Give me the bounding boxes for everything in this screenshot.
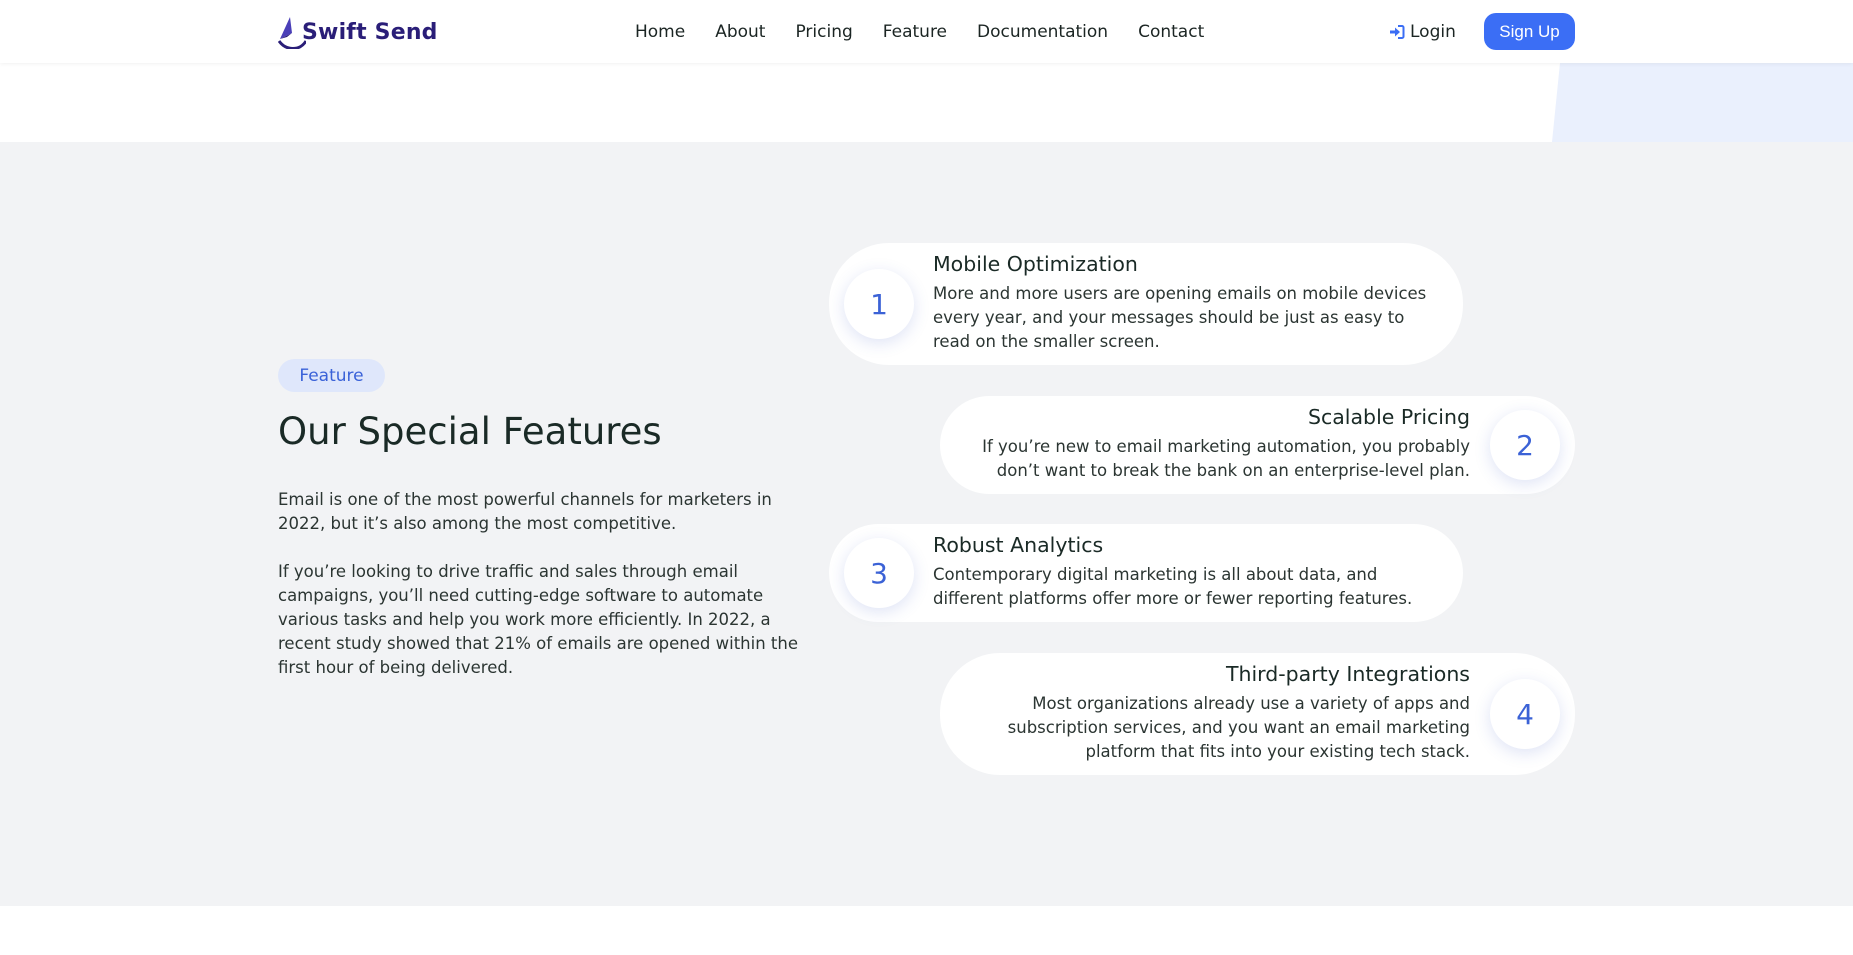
feature-title: Robust Analytics (933, 533, 1104, 557)
nav-documentation[interactable]: Documentation (977, 22, 1108, 42)
section-heading: Our Special Features (278, 410, 662, 453)
feature-card-scalable-pricing: Scalable Pricing If you’re new to email … (940, 396, 1575, 494)
site-header: Swift Send Home About Pricing Feature Do… (0, 0, 1853, 63)
intro-paragraph-1: Email is one of the most powerful channe… (278, 490, 772, 533)
feature-description: More and more users are opening emails o… (933, 284, 1427, 351)
signup-button[interactable]: Sign Up (1484, 13, 1575, 50)
feature-description: Most organizations already use a variety… (1007, 694, 1470, 761)
main-nav: Home About Pricing Feature Documentation… (635, 0, 1204, 63)
intro-paragraph-2: If you’re looking to drive traffic and s… (278, 562, 798, 677)
feature-number-badge: 1 (844, 269, 914, 339)
feature-card-robust-analytics: 3 Robust Analytics Contemporary digital … (829, 524, 1463, 622)
nav-pricing[interactable]: Pricing (795, 22, 852, 42)
feature-description: Contemporary digital marketing is all ab… (933, 565, 1413, 608)
section-badge: Feature (278, 359, 385, 392)
login-label: Login (1410, 22, 1456, 42)
feature-number-badge: 3 (844, 538, 914, 608)
feature-title: Third-party Integrations (1225, 662, 1470, 686)
logo[interactable]: Swift Send (278, 14, 438, 50)
feature-number-badge: 2 (1490, 410, 1560, 480)
feature-title: Mobile Optimization (933, 252, 1138, 276)
feature-card-mobile-optimization: 1 Mobile Optimization More and more user… (829, 243, 1463, 365)
nav-about[interactable]: About (715, 22, 765, 42)
nav-home[interactable]: Home (635, 22, 685, 42)
login-link[interactable]: Login (1389, 19, 1456, 45)
feature-description: If you’re new to email marketing automat… (982, 437, 1470, 480)
feature-number-badge: 4 (1490, 679, 1560, 749)
nav-contact[interactable]: Contact (1138, 22, 1204, 42)
logo-text: Swift Send (302, 19, 438, 45)
feature-card-third-party-integrations: Third-party Integrations Most organizati… (940, 653, 1575, 775)
feature-title: Scalable Pricing (1307, 405, 1470, 429)
sign-in-icon (1390, 25, 1405, 39)
decorative-shape (1552, 63, 1853, 142)
nav-feature[interactable]: Feature (883, 22, 947, 42)
